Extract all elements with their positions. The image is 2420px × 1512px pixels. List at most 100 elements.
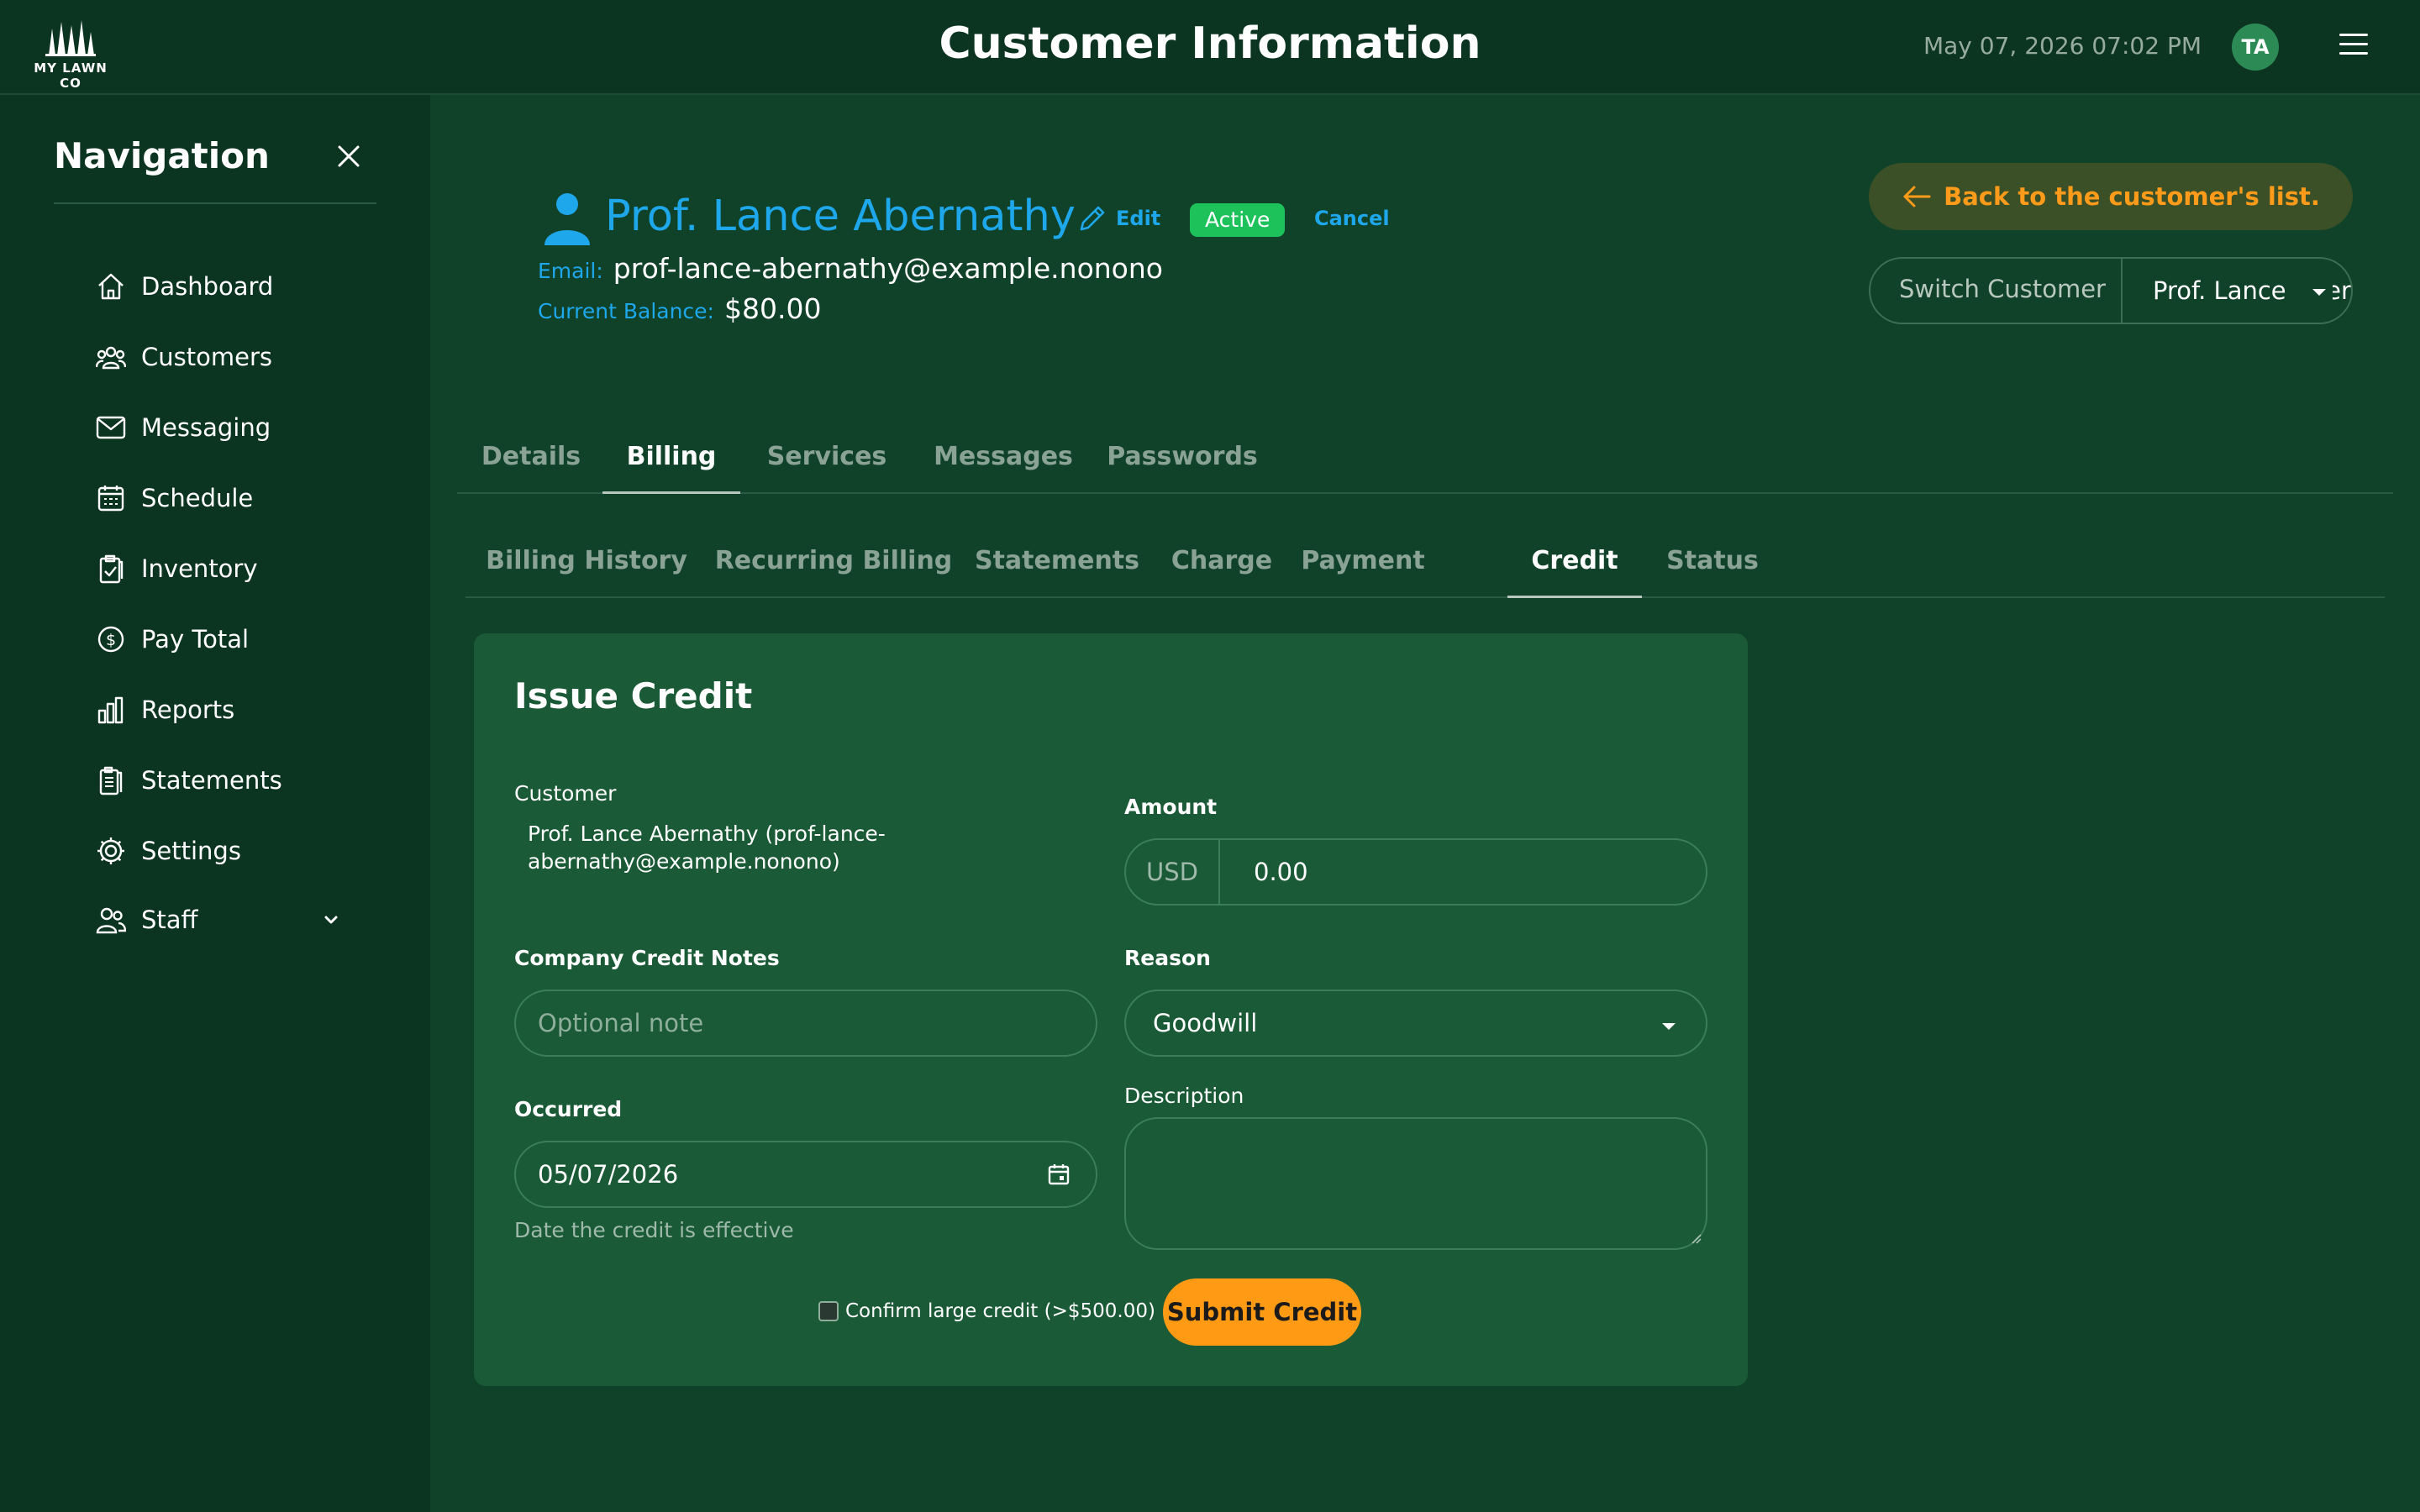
back-button-label: Back to the customer's list. xyxy=(1944,182,2320,211)
tab-passwords[interactable]: Passwords xyxy=(1096,427,1269,494)
cancel-link[interactable]: Cancel xyxy=(1314,207,1390,230)
switch-customer-label: Switch Customer xyxy=(1870,259,2123,323)
sidebar-item-label: Settings xyxy=(141,837,241,865)
currency-prefix: USD xyxy=(1126,840,1220,904)
users-icon xyxy=(94,340,128,374)
sidebar: Navigation Dashboard Customers Messaging… xyxy=(0,95,430,1512)
customer-label: Customer xyxy=(514,781,617,806)
tab-payment[interactable]: Payment xyxy=(1289,531,1437,598)
arrow-left-icon xyxy=(1903,186,1931,207)
calendar-icon[interactable] xyxy=(1047,1163,1071,1192)
card-title: Issue Credit xyxy=(514,675,753,717)
staff-icon xyxy=(94,903,128,937)
main-tabs: Details Billing Services Messages Passwo… xyxy=(457,427,2393,494)
tab-billing-history[interactable]: Billing History xyxy=(466,531,708,598)
customer-balance: $80.00 xyxy=(723,292,822,325)
notes-placeholder: Optional note xyxy=(538,1009,704,1037)
sidebar-title: Navigation xyxy=(54,135,270,176)
tab-services[interactable]: Services xyxy=(743,427,911,494)
customer-email: prof-lance-abernathy@example.nonono xyxy=(613,252,1163,285)
sidebar-item-inventory[interactable]: Inventory xyxy=(94,549,363,589)
status-badge: Active xyxy=(1190,203,1286,237)
tab-statements[interactable]: Statements xyxy=(960,531,1155,598)
company-credit-notes-label: Company Credit Notes xyxy=(514,946,780,970)
reason-label: Reason xyxy=(1124,946,1211,970)
back-to-list-button[interactable]: Back to the customer's list. xyxy=(1869,163,2353,230)
confirm-large-credit[interactable]: Confirm large credit (>$500.00) xyxy=(818,1300,1155,1322)
home-icon xyxy=(94,270,128,303)
top-bar: MY LAWN CO Customer Information May 07, … xyxy=(0,0,2420,95)
tab-credit[interactable]: Credit xyxy=(1507,531,1642,598)
submit-credit-button[interactable]: Submit Credit xyxy=(1163,1278,1361,1346)
sidebar-item-label: Pay Total xyxy=(141,625,250,654)
customer-name: Prof. Lance Abernathy xyxy=(605,192,1076,241)
sidebar-item-label: Staff xyxy=(141,906,198,934)
occurred-help-text: Date the credit is effective xyxy=(514,1218,794,1242)
sidebar-item-label: Inventory xyxy=(141,554,258,583)
calendar-icon xyxy=(94,481,128,515)
sidebar-item-statements[interactable]: Statements xyxy=(94,760,363,801)
email-label: Email: xyxy=(538,259,603,283)
documents-icon xyxy=(94,764,128,797)
tab-messages[interactable]: Messages xyxy=(919,427,1087,494)
switch-fade xyxy=(2291,260,2333,323)
avatar[interactable]: TA xyxy=(2232,24,2279,71)
customer-balance-row: Current Balance: $80.00 xyxy=(538,292,821,325)
sidebar-divider xyxy=(54,202,376,204)
issue-credit-card: Issue Credit Customer Prof. Lance Aberna… xyxy=(474,633,1748,1386)
svg-text:$: $ xyxy=(106,631,116,649)
billing-sub-tabs: Billing History Recurring Billing Statem… xyxy=(466,531,2385,598)
dollar-circle-icon: $ xyxy=(94,622,128,656)
reason-value: Goodwill xyxy=(1153,1009,1258,1037)
pencil-icon xyxy=(1080,206,1105,231)
sidebar-item-customers[interactable]: Customers xyxy=(94,337,363,377)
tab-details[interactable]: Details xyxy=(457,427,605,494)
chevron-down-icon[interactable] xyxy=(319,908,343,932)
envelope-icon xyxy=(94,411,128,444)
tab-charge[interactable]: Charge xyxy=(1155,531,1289,598)
sidebar-item-staff[interactable]: Staff xyxy=(94,900,363,940)
description-textarea[interactable] xyxy=(1124,1117,1707,1250)
amount-input[interactable]: USD 0.00 xyxy=(1124,838,1707,906)
sidebar-item-messaging[interactable]: Messaging xyxy=(94,407,363,448)
resize-handle-icon[interactable] xyxy=(1691,1233,1702,1245)
person-icon xyxy=(543,192,592,245)
reason-select[interactable]: Goodwill xyxy=(1124,990,1707,1057)
balance-label: Current Balance: xyxy=(538,299,714,323)
tab-recurring-billing[interactable]: Recurring Billing xyxy=(708,531,960,598)
sidebar-item-label: Statements xyxy=(141,766,282,795)
close-icon[interactable] xyxy=(334,142,363,171)
sidebar-item-pay-total[interactable]: $ Pay Total xyxy=(94,619,363,659)
sidebar-item-label: Schedule xyxy=(141,484,254,512)
confirm-large-credit-label: Confirm large credit (>$500.00) xyxy=(845,1300,1155,1322)
bar-chart-icon xyxy=(94,693,128,727)
sidebar-item-schedule[interactable]: Schedule xyxy=(94,478,363,518)
company-credit-notes-input[interactable]: Optional note xyxy=(514,990,1097,1057)
sidebar-item-label: Messaging xyxy=(141,413,271,442)
caret-down-icon xyxy=(1662,1023,1676,1030)
edit-label: Edit xyxy=(1116,207,1161,230)
switch-customer-select[interactable]: Switch Customer Prof. Lance Abernathy xyxy=(1869,257,2353,324)
sidebar-item-label: Reports xyxy=(141,696,235,724)
customer-email-row: Email: prof-lance-abernathy@example.nono… xyxy=(538,252,1163,285)
sidebar-item-dashboard[interactable]: Dashboard xyxy=(94,266,363,307)
caret-down-icon xyxy=(2312,289,2326,296)
amount-label: Amount xyxy=(1124,795,1218,819)
sidebar-item-label: Dashboard xyxy=(141,272,274,301)
hamburger-menu-icon[interactable] xyxy=(2339,34,2368,59)
clipboard-check-icon xyxy=(94,552,128,585)
tab-billing[interactable]: Billing xyxy=(602,427,740,494)
occurred-value: 05/07/2026 xyxy=(538,1160,679,1189)
customer-value: Prof. Lance Abernathy (prof-lance-aberna… xyxy=(528,822,886,874)
sidebar-item-label: Customers xyxy=(141,343,272,371)
description-label: Description xyxy=(1124,1084,1244,1108)
gear-icon xyxy=(94,834,128,868)
occurred-date-input[interactable]: 05/07/2026 xyxy=(514,1141,1097,1208)
sidebar-item-settings[interactable]: Settings xyxy=(94,831,363,871)
confirm-large-credit-checkbox[interactable] xyxy=(818,1301,839,1321)
tab-status[interactable]: Status xyxy=(1642,531,1783,598)
amount-value: 0.00 xyxy=(1254,858,1308,886)
sidebar-item-reports[interactable]: Reports xyxy=(94,690,363,730)
current-datetime: May 07, 2026 07:02 PM xyxy=(1923,32,2202,60)
edit-customer-button[interactable]: Edit xyxy=(1077,203,1160,234)
